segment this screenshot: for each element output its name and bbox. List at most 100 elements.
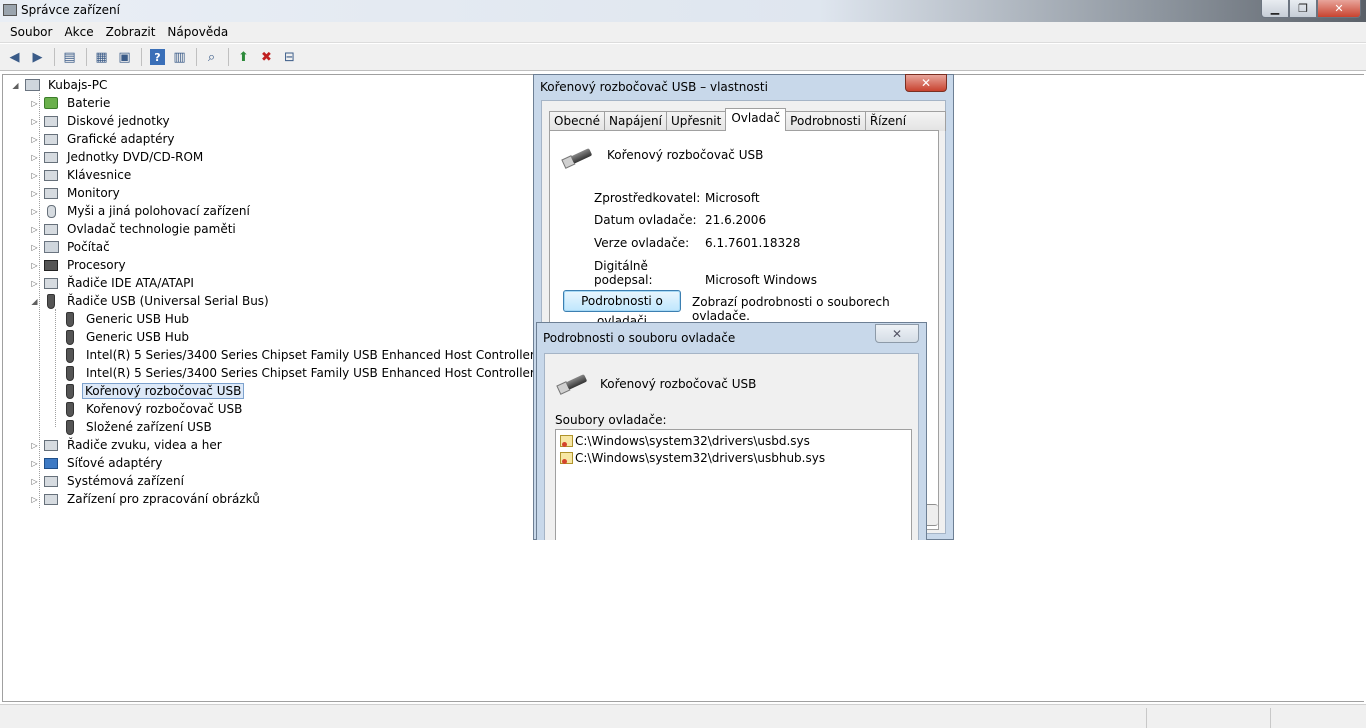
tree-item-processors[interactable]: ▷ Procesory <box>30 256 130 274</box>
tree-item-display-adapters[interactable]: ▷ Grafické adaptéry <box>30 130 179 148</box>
minimize-button[interactable]: ▁ <box>1261 0 1289 18</box>
properties-dialog-close-button[interactable]: ✕ <box>905 74 947 92</box>
update-driver-icon[interactable]: ⬆ <box>233 47 254 67</box>
memory-controller-icon <box>43 222 59 236</box>
forward-arrow-icon[interactable]: ▶ <box>27 47 48 67</box>
usb-icon <box>43 293 59 309</box>
maximize-button[interactable]: ❐ <box>1289 0 1317 18</box>
tree-line <box>55 309 56 427</box>
expand-arrow-icon[interactable]: ▷ <box>30 99 39 108</box>
console-tree-icon[interactable]: ▣ <box>114 47 135 67</box>
tree-item-usb-controllers[interactable]: ◢ Řadiče USB (Universal Serial Bus) <box>30 292 273 310</box>
list-item[interactable]: C:\Windows\system32\drivers\usbd.sys <box>560 432 810 449</box>
menu-bar: Soubor Akce Zobrazit Nápověda <box>0 22 1366 43</box>
expand-arrow-icon[interactable]: ▷ <box>30 243 39 252</box>
tree-item-mice[interactable]: ▷ Myši a jiná polohovací zařízení <box>30 202 254 220</box>
expand-arrow-icon[interactable]: ▷ <box>30 477 39 486</box>
expand-arrow-icon[interactable]: ▷ <box>30 459 39 468</box>
usb-icon <box>62 401 78 417</box>
tab-power-management[interactable]: Řízení spotřeby <box>864 111 946 146</box>
driver-date-row: Datum ovladače: 21.6.2006 <box>594 213 767 227</box>
tree-item-usb-child[interactable]: Intel(R) 5 Series/3400 Series Chipset Fa… <box>62 364 583 382</box>
device-name: Kořenový rozbočovač USB <box>607 148 764 162</box>
window-titlebar: Správce zařízení ▁ ❐ ✕ <box>0 0 1366 22</box>
mouse-icon <box>43 204 59 218</box>
usb-device-icon <box>555 371 588 396</box>
tab-advanced[interactable]: Upřesnit <box>666 111 727 131</box>
computer-icon <box>43 240 59 254</box>
expand-arrow-icon[interactable]: ▷ <box>30 279 39 288</box>
tree-item-ide-controllers[interactable]: ▷ Řadiče IDE ATA/ATAPI <box>30 274 198 292</box>
tree-item-usb-child-selected[interactable]: Kořenový rozbočovač USB <box>62 382 245 400</box>
tree-item-usb-child[interactable]: Generic USB Hub <box>62 328 193 346</box>
toolbar-separator <box>141 48 142 66</box>
expand-arrow-icon[interactable]: ▷ <box>30 189 39 198</box>
tree-item-usb-child[interactable]: Kořenový rozbočovač USB <box>62 400 246 418</box>
driver-files-label: Soubory ovladače: <box>555 413 667 427</box>
collapse-arrow-icon[interactable]: ◢ <box>30 297 39 306</box>
action-pane-icon[interactable]: ▥ <box>169 47 190 67</box>
driver-details-button[interactable]: Podrobnosti o ovladači <box>563 290 681 328</box>
expand-arrow-icon[interactable]: ▷ <box>30 225 39 234</box>
tree-item-memory-controller[interactable]: ▷ Ovladač technologie paměti <box>30 220 240 238</box>
expand-arrow-icon[interactable]: ▷ <box>30 207 39 216</box>
usb-icon <box>62 347 78 363</box>
tab-driver[interactable]: Ovladač <box>725 108 787 131</box>
tree-item-sound-controllers[interactable]: ▷ Řadiče zvuku, videa a her <box>30 436 226 454</box>
tree-item-usb-child[interactable]: Složené zařízení USB <box>62 418 216 436</box>
tree-item-monitors[interactable]: ▷ Monitory <box>30 184 124 202</box>
tab-power[interactable]: Napájení <box>604 111 667 131</box>
back-arrow-icon[interactable]: ◀ <box>4 47 25 67</box>
show-hide-console-tree-icon[interactable]: ▤ <box>59 47 80 67</box>
tree-item-computer[interactable]: ▷ Počítač <box>30 238 114 256</box>
expand-arrow-icon[interactable]: ▷ <box>30 171 39 180</box>
tab-details[interactable]: Podrobnosti <box>785 111 866 131</box>
file-details-dialog-title: Podrobnosti o souboru ovladače <box>543 331 736 345</box>
expand-arrow-icon[interactable]: ▷ <box>30 261 39 270</box>
expand-arrow-icon[interactable]: ▷ <box>30 117 39 126</box>
tree-item-imaging-devices[interactable]: ▷ Zařízení pro zpracování obrázků <box>30 490 264 508</box>
tree-item-keyboards[interactable]: ▷ Klávesnice <box>30 166 135 184</box>
expand-arrow-icon[interactable]: ▷ <box>30 495 39 504</box>
collapse-arrow-icon[interactable]: ◢ <box>11 81 20 90</box>
window-title: Správce zařízení <box>21 3 120 17</box>
menu-help[interactable]: Nápověda <box>161 22 234 42</box>
tab-general[interactable]: Obecné <box>549 111 606 131</box>
expand-arrow-icon[interactable]: ▷ <box>30 153 39 162</box>
properties-icon[interactable]: ▦ <box>91 47 112 67</box>
computer-icon <box>24 78 40 92</box>
menu-action[interactable]: Akce <box>58 22 99 42</box>
toolbar-separator <box>196 48 197 66</box>
expand-arrow-icon[interactable]: ▷ <box>30 135 39 144</box>
toolbar: ◀ ▶ ▤ ▦ ▣ ? ▥ ⌕ ⬆ ✖ ⊟ <box>0 44 1366 71</box>
tree-item-usb-child[interactable]: Generic USB Hub <box>62 310 193 328</box>
expand-arrow-icon[interactable]: ▷ <box>30 441 39 450</box>
driver-version-row: Verze ovladače: 6.1.7601.18328 <box>594 236 801 250</box>
list-item[interactable]: C:\Windows\system32\drivers\usbhub.sys <box>560 449 825 466</box>
menu-file[interactable]: Soubor <box>4 22 58 42</box>
help-icon[interactable]: ? <box>150 49 165 65</box>
tree-item-network-adapters[interactable]: ▷ Síťové adaptéry <box>30 454 166 472</box>
tree-item-usb-child[interactable]: Intel(R) 5 Series/3400 Series Chipset Fa… <box>62 346 582 364</box>
driver-files-list[interactable]: C:\Windows\system32\drivers\usbd.sys C:\… <box>555 429 912 540</box>
tree-root[interactable]: ◢ Kubajs-PC <box>11 76 111 94</box>
system-devices-icon <box>43 474 59 488</box>
usb-icon <box>62 383 78 399</box>
processor-icon <box>43 258 59 272</box>
file-details-dialog-close-button[interactable]: ✕ <box>875 324 919 343</box>
scan-hardware-icon[interactable]: ⌕ <box>201 47 222 67</box>
tab-strip: Obecné Napájení Upřesnit Ovladač Podrobn… <box>549 108 946 146</box>
close-button[interactable]: ✕ <box>1317 0 1361 18</box>
tree-item-batteries[interactable]: ▷ Baterie <box>30 94 114 112</box>
disable-device-icon[interactable]: ⊟ <box>279 47 300 67</box>
uninstall-icon[interactable]: ✖ <box>256 47 277 67</box>
driver-date-value: 21.6.2006 <box>705 213 767 227</box>
tree-root-label: Kubajs-PC <box>48 78 108 92</box>
dvd-drive-icon <box>43 150 59 164</box>
digital-signer-row: Digitálně podepsal: Microsoft Windows <box>594 259 817 287</box>
tree-item-system-devices[interactable]: ▷ Systémová zařízení <box>30 472 188 490</box>
menu-view[interactable]: Zobrazit <box>100 22 162 42</box>
tree-item-dvd-drives[interactable]: ▷ Jednotky DVD/CD-ROM <box>30 148 207 166</box>
tree-item-disk-drives[interactable]: ▷ Diskové jednotky <box>30 112 174 130</box>
usb-device-icon <box>560 145 593 170</box>
